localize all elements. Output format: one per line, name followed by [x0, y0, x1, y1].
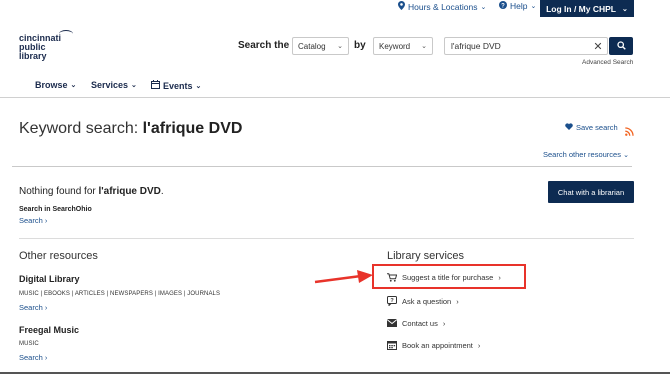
resource-title: Digital Library [19, 274, 80, 284]
envelope-icon [387, 318, 397, 328]
login-button[interactable]: Log In / My CHPL ⌄ [540, 0, 634, 17]
rss-icon[interactable] [625, 123, 634, 136]
chevron-down-icon: ⌄ [480, 3, 487, 11]
ask-question-link[interactable]: ? Ask a question › [387, 296, 459, 306]
resource-search-link[interactable]: Search › [19, 353, 47, 362]
calendar-icon [387, 340, 397, 350]
header-divider [0, 97, 670, 98]
resource-title: Freegal Music [19, 325, 80, 335]
searchohio-search-link[interactable]: Search › [19, 216, 47, 225]
no-results-prefix: Nothing found for [19, 186, 99, 197]
highlight-box [372, 264, 526, 289]
save-search-link[interactable]: Save search [565, 123, 618, 132]
question-circle-icon: ? [499, 1, 507, 11]
ask-question-label: Ask a question [402, 296, 452, 306]
no-results-query: l'afrique DVD [98, 186, 161, 197]
scope-value: Catalog [298, 41, 326, 51]
search-other-resources-label: Search other resources [543, 150, 621, 159]
map-pin-icon [398, 1, 405, 12]
calendar-icon [151, 80, 160, 91]
heart-icon [565, 123, 573, 132]
hours-locations-label: Hours & Locations [408, 1, 478, 12]
question-bubble-icon: ? [387, 296, 397, 306]
save-search-label: Save search [576, 123, 618, 132]
chevron-right-icon: › [442, 318, 446, 328]
help-link[interactable]: ? Help ⌄ [499, 1, 536, 11]
resource-search-label: Search [19, 303, 43, 312]
chevron-right-icon: › [456, 296, 459, 306]
hours-locations-link[interactable]: Hours & Locations ⌄ [398, 1, 486, 12]
search-type-value: Keyword [379, 41, 411, 51]
search-type-select[interactable]: Keyword ⌄ [373, 37, 433, 55]
chevron-down-icon: ⌄ [623, 152, 629, 159]
nav-services-label: Services [91, 80, 129, 90]
chevron-down-icon: ⌄ [70, 82, 77, 89]
title-divider [12, 166, 632, 167]
logo-line-3: library [19, 51, 47, 61]
library-services-heading: Library services [387, 250, 465, 262]
clear-icon[interactable]: ✕ [590, 37, 606, 55]
no-results-message: Nothing found for l'afrique DVD. [19, 186, 164, 197]
section-divider [19, 238, 634, 239]
searchohio-search-label: Search [19, 216, 43, 225]
resource-search-link[interactable]: Search › [19, 303, 47, 312]
chevron-down-icon: ⌄ [530, 3, 537, 10]
chevron-down-icon: ⌄ [131, 82, 137, 89]
chevron-down-icon: ⌄ [421, 43, 427, 50]
page-title-query: l'afrique DVD [142, 120, 243, 137]
chevron-right-icon: › [44, 353, 48, 362]
nav-browse-label: Browse [35, 80, 68, 90]
login-label: Log In / My CHPL [546, 3, 616, 14]
chevron-down-icon: ⌄ [337, 43, 343, 50]
book-appointment-label: Book an appointment [402, 340, 473, 350]
chevron-down-icon: ⌄ [195, 82, 202, 90]
chat-with-librarian-button[interactable]: Chat with a librarian [548, 181, 634, 203]
no-results-suffix: . [160, 186, 164, 197]
chevron-right-icon: › [44, 216, 48, 225]
book-appointment-link[interactable]: Book an appointment › [387, 340, 480, 350]
help-label: Help [510, 1, 528, 11]
chevron-right-icon: › [44, 303, 48, 312]
annotation-arrow-icon [314, 270, 373, 284]
search-icon [616, 37, 626, 55]
svg-text:?: ? [501, 3, 505, 9]
library-logo[interactable]: cincinnati public library [19, 30, 79, 61]
search-query: l'afrique DVD [451, 41, 501, 51]
nav-browse[interactable]: Browse ⌄ [35, 80, 76, 90]
resource-meta: MUSIC | EBOOKS | ARTICLES | NEWSPAPERS |… [19, 291, 221, 297]
contact-us-label: Contact us [402, 318, 438, 328]
search-input[interactable]: l'afrique DVD [444, 37, 608, 55]
scope-select[interactable]: Catalog ⌄ [292, 37, 349, 55]
search-button[interactable] [609, 37, 633, 55]
contact-us-link[interactable]: Contact us › [387, 318, 445, 328]
by-label: by [354, 40, 366, 51]
nav-events[interactable]: Events ⌄ [151, 80, 201, 91]
resource-search-label: Search [19, 353, 43, 362]
searchohio-label: Search in SearchOhio [19, 206, 92, 213]
resource-meta: MUSIC [19, 341, 39, 347]
nav-services[interactable]: Services ⌄ [91, 80, 137, 90]
advanced-search-link[interactable]: Advanced Search [582, 59, 633, 66]
chevron-right-icon: › [477, 340, 481, 350]
search-the-label: Search the [238, 40, 290, 51]
page-title: Keyword search: l'afrique DVD [19, 120, 242, 138]
search-other-resources-link[interactable]: Search other resources ⌄ [543, 150, 629, 159]
nav-events-label: Events [163, 80, 193, 91]
page-title-prefix: Keyword search: [19, 120, 143, 137]
other-resources-heading: Other resources [19, 250, 98, 262]
chevron-down-icon: ⌄ [622, 5, 628, 13]
logo-swoosh [59, 30, 73, 38]
